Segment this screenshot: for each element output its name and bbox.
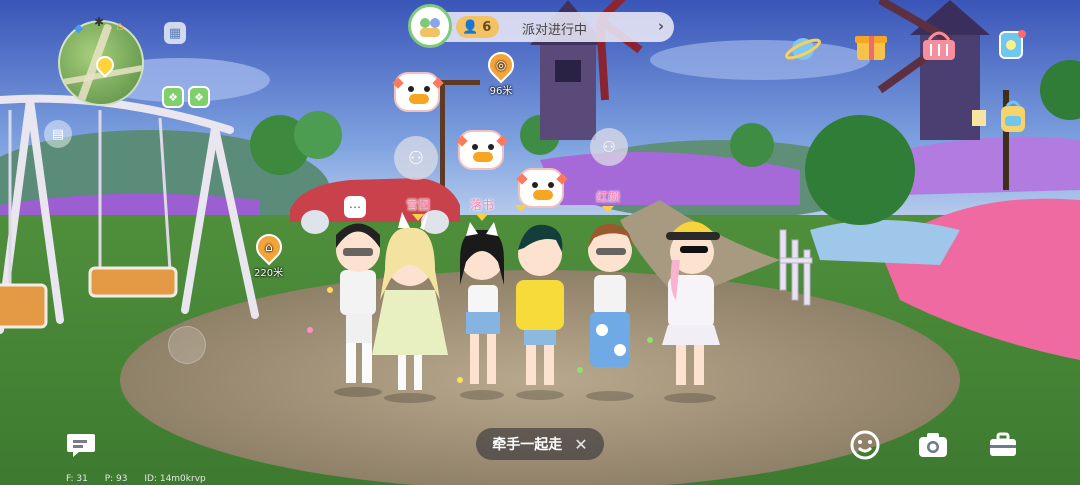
- emote-icon[interactable]: [848, 428, 882, 462]
- chevron-right-icon[interactable]: ›: [658, 17, 664, 35]
- duck-emote-bubble: [516, 168, 568, 208]
- walk-together-button[interactable]: 牵手一起走 ✕: [476, 428, 604, 460]
- player-name-tag: 落书: [452, 196, 512, 221]
- duck-emote-bubble: [392, 72, 444, 112]
- toolbox-icon[interactable]: [986, 428, 1020, 462]
- player-marker: [510, 204, 532, 212]
- chat-icon[interactable]: [64, 428, 98, 462]
- minimap[interactable]: [58, 20, 144, 106]
- camera-icon[interactable]: [916, 428, 950, 462]
- player-name-tag: 雪团: [388, 196, 448, 221]
- quest-icon-2[interactable]: ❖: [188, 86, 210, 108]
- gift-box-icon[interactable]: [850, 24, 892, 66]
- scene-art: [0, 0, 1080, 485]
- joystick-ring[interactable]: [168, 326, 206, 364]
- party-member-count: 👤 6: [456, 16, 500, 38]
- fps-readout: F: 31: [66, 474, 88, 484]
- distance-pin[interactable]: ⌂ 220米: [250, 228, 287, 279]
- player-id-readout: ID: 14m0krvp: [144, 474, 206, 484]
- walk-together-label: 牵手一起走: [492, 437, 563, 453]
- game-scene: [0, 0, 1080, 485]
- calendar-icon[interactable]: ▦: [164, 22, 186, 44]
- close-icon[interactable]: ✕: [574, 435, 587, 454]
- task-list-icon[interactable]: ▤: [44, 120, 72, 148]
- distance-pin[interactable]: ◎ 96米: [482, 46, 520, 97]
- map-star-icon: ✱: [94, 15, 105, 29]
- debug-info: F: 31 P: 93 ID: 14m0krvp: [66, 474, 220, 484]
- party-status-bar[interactable]: 👤 6 派对进行中 ›: [408, 4, 674, 48]
- location-target-icon: ◎: [482, 46, 520, 84]
- distance-label: 96米: [489, 86, 513, 97]
- party-count-value: 6: [482, 19, 492, 35]
- group-voice-icon[interactable]: ⚇: [590, 128, 628, 166]
- backpack-icon[interactable]: [992, 96, 1034, 138]
- player-name: 雪团: [405, 198, 430, 212]
- player-name-tag: 红颜: [578, 188, 638, 213]
- map-marker-icon: ◆: [74, 21, 84, 35]
- smartwatch-icon[interactable]: [990, 24, 1032, 66]
- player-name: 落书: [469, 198, 494, 212]
- planet-icon[interactable]: [782, 28, 824, 70]
- player-name: 红颜: [595, 190, 620, 204]
- party-avatar-icon: [408, 4, 452, 48]
- party-status-label: 派对进行中: [522, 23, 588, 38]
- ping-readout: P: 93: [104, 474, 128, 484]
- person-icon: 👤: [462, 19, 479, 35]
- quest-icon-1[interactable]: ❖: [162, 86, 184, 108]
- home-marker-icon: ⌂: [116, 19, 124, 33]
- more-options-icon[interactable]: ⋯: [344, 196, 366, 218]
- duck-emote-bubble: [456, 130, 508, 170]
- shop-basket-icon[interactable]: [918, 24, 960, 66]
- distance-label: 220米: [254, 268, 284, 279]
- group-voice-icon[interactable]: ⚇: [394, 136, 438, 180]
- home-pin-icon: ⌂: [250, 228, 287, 266]
